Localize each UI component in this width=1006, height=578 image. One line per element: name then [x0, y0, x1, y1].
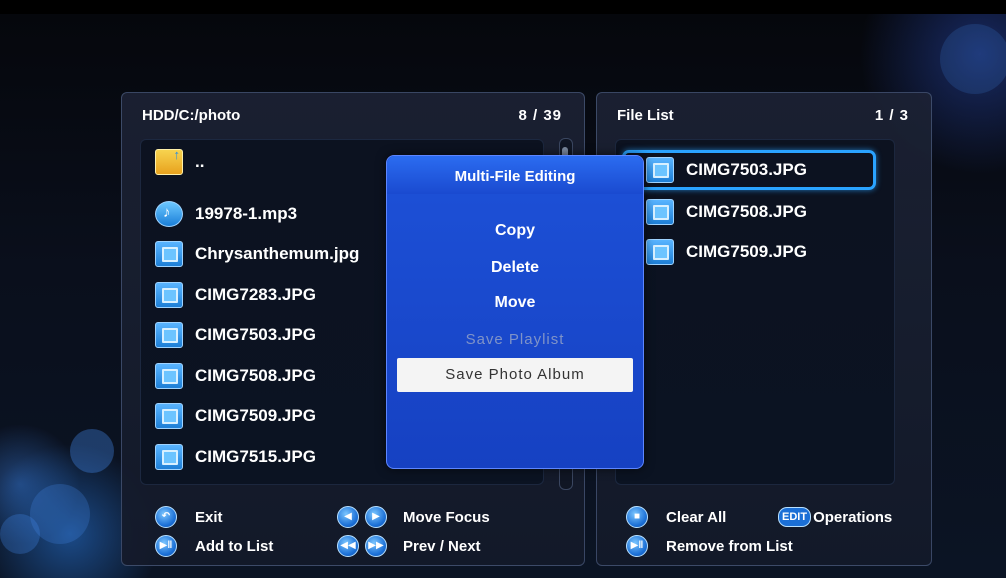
photo-file-icon — [155, 403, 183, 429]
multi-file-editing-dialog: Multi-File Editing Copy Delete Move Save… — [386, 155, 644, 469]
selected-file-row[interactable]: CIMG7508.JPG — [646, 194, 807, 230]
selected-file-list: CIMG7503.JPG CIMG7508.JPG CIMG7509.JPG — [615, 139, 895, 485]
legend-label: Move Focus — [403, 508, 490, 526]
delete-option[interactable]: Delete — [387, 259, 643, 277]
move-option[interactable]: Move — [387, 294, 643, 312]
selected-file-row[interactable]: CIMG7509.JPG — [646, 234, 807, 270]
bokeh-light — [940, 24, 1006, 94]
file-row[interactable]: CIMG7509.JPG — [155, 398, 316, 434]
legend-label: Exit — [195, 508, 223, 526]
legend-label: Operations — [813, 508, 893, 526]
file-name: CIMG7508.JPG — [195, 366, 316, 385]
current-path: HDD/C:/photo — [142, 107, 241, 124]
legend-operations: EDIT Operations — [778, 505, 892, 529]
file-row[interactable]: CIMG7515.JPG — [155, 439, 316, 475]
legend-label: Remove from List — [666, 537, 793, 555]
file-name: CIMG7509.JPG — [686, 242, 807, 261]
page-counter: 8 / 39 — [518, 107, 562, 124]
file-row[interactable]: Chrysanthemum.jpg — [155, 236, 359, 272]
file-row-parent[interactable]: .. — [155, 144, 204, 180]
save-photo-album-option[interactable]: Save Photo Album — [397, 358, 633, 392]
file-row[interactable]: CIMG7283.JPG — [155, 277, 316, 313]
file-row[interactable]: 19978-1.mp3 — [155, 196, 297, 232]
photo-file-icon — [155, 363, 183, 389]
right-arrow-button-icon: ▶ — [365, 506, 387, 528]
dialog-title: Multi-File Editing — [387, 156, 643, 194]
photo-file-icon — [155, 322, 183, 348]
file-name: 19978-1.mp3 — [195, 204, 298, 223]
file-name: CIMG7515.JPG — [195, 447, 316, 466]
music-file-icon — [155, 201, 183, 227]
file-name: Chrysanthemum.jpg — [195, 244, 360, 263]
file-list-title: File List — [617, 107, 674, 124]
legend-label: Prev / Next — [403, 537, 481, 555]
photo-file-icon — [646, 239, 674, 265]
legend-label: Clear All — [666, 508, 727, 526]
legend-label: Add to List — [195, 537, 274, 555]
file-name: CIMG7508.JPG — [686, 202, 807, 221]
legend-remove-from-list: ▶‖ Remove from List — [626, 534, 793, 558]
save-playlist-option: Save Playlist — [465, 331, 565, 348]
legend-add-to-list: ▶‖ Add to List — [155, 534, 273, 558]
play-pause-button-icon: ▶‖ — [626, 535, 648, 557]
file-name: CIMG7283.JPG — [195, 285, 316, 304]
bokeh-light — [70, 429, 114, 473]
legend-move-focus: ◀ ▶ Move Focus — [337, 505, 490, 529]
play-pause-button-icon: ▶‖ — [155, 535, 177, 557]
file-row[interactable]: CIMG7508.JPG — [155, 358, 316, 394]
legend-clear-all: ■ Clear All — [626, 505, 726, 529]
edit-button-icon: EDIT — [778, 507, 812, 527]
focus-highlight — [622, 150, 876, 190]
file-row[interactable]: CIMG7503.JPG — [155, 317, 316, 353]
left-arrow-button-icon: ◀ — [337, 506, 359, 528]
selected-files-header: File List 1 / 3 — [597, 93, 931, 133]
bokeh-light — [0, 514, 40, 554]
return-button-icon: ↶ — [155, 506, 177, 528]
page-counter: 1 / 3 — [874, 107, 909, 124]
photo-file-icon — [155, 241, 183, 267]
file-name: .. — [195, 152, 205, 171]
photo-file-icon — [646, 199, 674, 225]
photo-file-icon — [155, 444, 183, 470]
copy-option[interactable]: Copy — [387, 222, 643, 240]
photo-file-icon — [155, 282, 183, 308]
file-browser-header: HDD/C:/photo 8 / 39 — [122, 93, 584, 133]
legend-prev-next: ◀◀ ▶▶ Prev / Next — [337, 534, 481, 558]
folder-up-icon — [155, 147, 183, 175]
file-name: CIMG7509.JPG — [195, 406, 316, 425]
legend-exit: ↶ Exit — [155, 505, 223, 529]
skip-prev-button-icon: ◀◀ — [337, 535, 359, 557]
stop-button-icon: ■ — [626, 506, 648, 528]
file-name: CIMG7503.JPG — [195, 325, 316, 344]
skip-next-button-icon: ▶▶ — [365, 535, 387, 557]
